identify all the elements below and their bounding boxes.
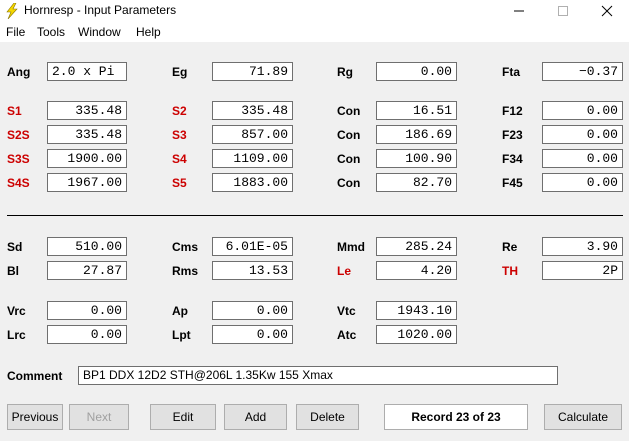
param-field[interactable]: 0.00	[542, 173, 623, 192]
lightning-bolt-icon	[6, 3, 18, 19]
param-label: Con	[337, 152, 361, 166]
param-label: Vrc	[7, 304, 26, 318]
param-field[interactable]: 0.00	[376, 62, 457, 81]
close-icon	[601, 5, 613, 17]
param-field[interactable]: 82.70	[376, 173, 457, 192]
param-label: Cms	[172, 240, 199, 254]
param-label: F34	[502, 152, 523, 166]
record-indicator: Record 23 of 23	[384, 404, 528, 430]
param-field[interactable]: 1967.00	[47, 173, 127, 192]
param-label: Con	[337, 128, 361, 142]
param-field[interactable]: 2P	[542, 261, 623, 280]
param-field[interactable]: 335.48	[212, 101, 293, 120]
param-label: Vtc	[337, 304, 356, 318]
menu-tools[interactable]: Tools	[37, 25, 65, 39]
calculate-button[interactable]: Calculate	[544, 404, 622, 430]
param-field[interactable]: 0.00	[47, 325, 127, 344]
param-label: Con	[337, 104, 361, 118]
param-label: Re	[502, 240, 518, 254]
param-field[interactable]: −0.37	[542, 62, 623, 81]
param-field[interactable]: 0.00	[542, 125, 623, 144]
param-field[interactable]: 1900.00	[47, 149, 127, 168]
minimize-button[interactable]	[497, 0, 541, 22]
maximize-button[interactable]	[541, 0, 585, 22]
param-label: Bl	[7, 264, 19, 278]
param-field[interactable]: 335.48	[47, 125, 127, 144]
delete-button[interactable]: Delete	[296, 404, 359, 430]
menu-help[interactable]: Help	[136, 25, 161, 39]
param-label: Le	[337, 264, 352, 278]
param-field[interactable]: 0.00	[212, 325, 293, 344]
close-button[interactable]	[585, 0, 629, 22]
param-field[interactable]: 1883.00	[212, 173, 293, 192]
param-field[interactable]: 0.00	[542, 101, 623, 120]
param-label: TH	[502, 264, 518, 278]
next-button[interactable]: Next	[69, 404, 129, 430]
menu-file[interactable]: File	[6, 25, 25, 39]
param-field[interactable]: 0.00	[212, 301, 293, 320]
param-field[interactable]: 285.24	[376, 237, 457, 256]
param-field[interactable]: 100.90	[376, 149, 457, 168]
comment-label: Comment	[7, 369, 63, 383]
title-bar: Hornresp - Input Parameters	[0, 0, 629, 22]
param-label: Atc	[337, 328, 357, 342]
param-field[interactable]: 510.00	[47, 237, 127, 256]
param-label: S3S	[7, 152, 30, 166]
param-label: Fta	[502, 65, 520, 79]
param-label: S3	[172, 128, 187, 142]
window-title: Hornresp - Input Parameters	[24, 3, 177, 17]
param-field[interactable]: 1020.00	[376, 325, 457, 344]
edit-button[interactable]: Edit	[150, 404, 216, 430]
param-field[interactable]: 4.20	[376, 261, 457, 280]
param-label: Rms	[172, 264, 199, 278]
param-label: Rg	[337, 65, 353, 79]
param-field[interactable]: 0.00	[47, 301, 127, 320]
param-field[interactable]: 1943.10	[376, 301, 457, 320]
param-label: F23	[502, 128, 523, 142]
menu-window[interactable]: Window	[78, 25, 121, 39]
param-label: Lpt	[172, 328, 191, 342]
param-label: S4S	[7, 176, 30, 190]
param-field[interactable]: 0.00	[542, 149, 623, 168]
minimize-icon	[514, 10, 524, 12]
param-label: S5	[172, 176, 187, 190]
param-label: Mmd	[337, 240, 365, 254]
param-label: F12	[502, 104, 523, 118]
param-field[interactable]: 71.89	[212, 62, 293, 81]
param-label: Sd	[7, 240, 23, 254]
param-field[interactable]: 335.48	[47, 101, 127, 120]
param-field[interactable]: 2.0 x Pi	[47, 62, 127, 81]
param-field[interactable]: 6.01E-05	[212, 237, 293, 256]
param-label: Eg	[172, 65, 188, 79]
param-field[interactable]: 186.69	[376, 125, 457, 144]
param-label: S2S	[7, 128, 30, 142]
maximize-icon	[558, 6, 568, 16]
param-label: S1	[7, 104, 22, 118]
param-field[interactable]: 1109.00	[212, 149, 293, 168]
comment-input[interactable]: BP1 DDX 12D2 STH@206L 1.35Kw 155 Xmax	[78, 366, 558, 385]
previous-button[interactable]: Previous	[7, 404, 63, 430]
param-field[interactable]: 27.87	[47, 261, 127, 280]
param-field[interactable]: 857.00	[212, 125, 293, 144]
param-field[interactable]: 3.90	[542, 237, 623, 256]
param-label: F45	[502, 176, 523, 190]
add-button[interactable]: Add	[224, 404, 287, 430]
param-label: Lrc	[7, 328, 26, 342]
param-label: S2	[172, 104, 187, 118]
param-field[interactable]: 16.51	[376, 101, 457, 120]
menu-bar: File Tools Window Help	[0, 22, 629, 42]
param-label: Ang	[7, 65, 31, 79]
param-label: Con	[337, 176, 361, 190]
param-label: S4	[172, 152, 187, 166]
section-divider	[7, 215, 623, 216]
param-field[interactable]: 13.53	[212, 261, 293, 280]
param-label: Ap	[172, 304, 188, 318]
